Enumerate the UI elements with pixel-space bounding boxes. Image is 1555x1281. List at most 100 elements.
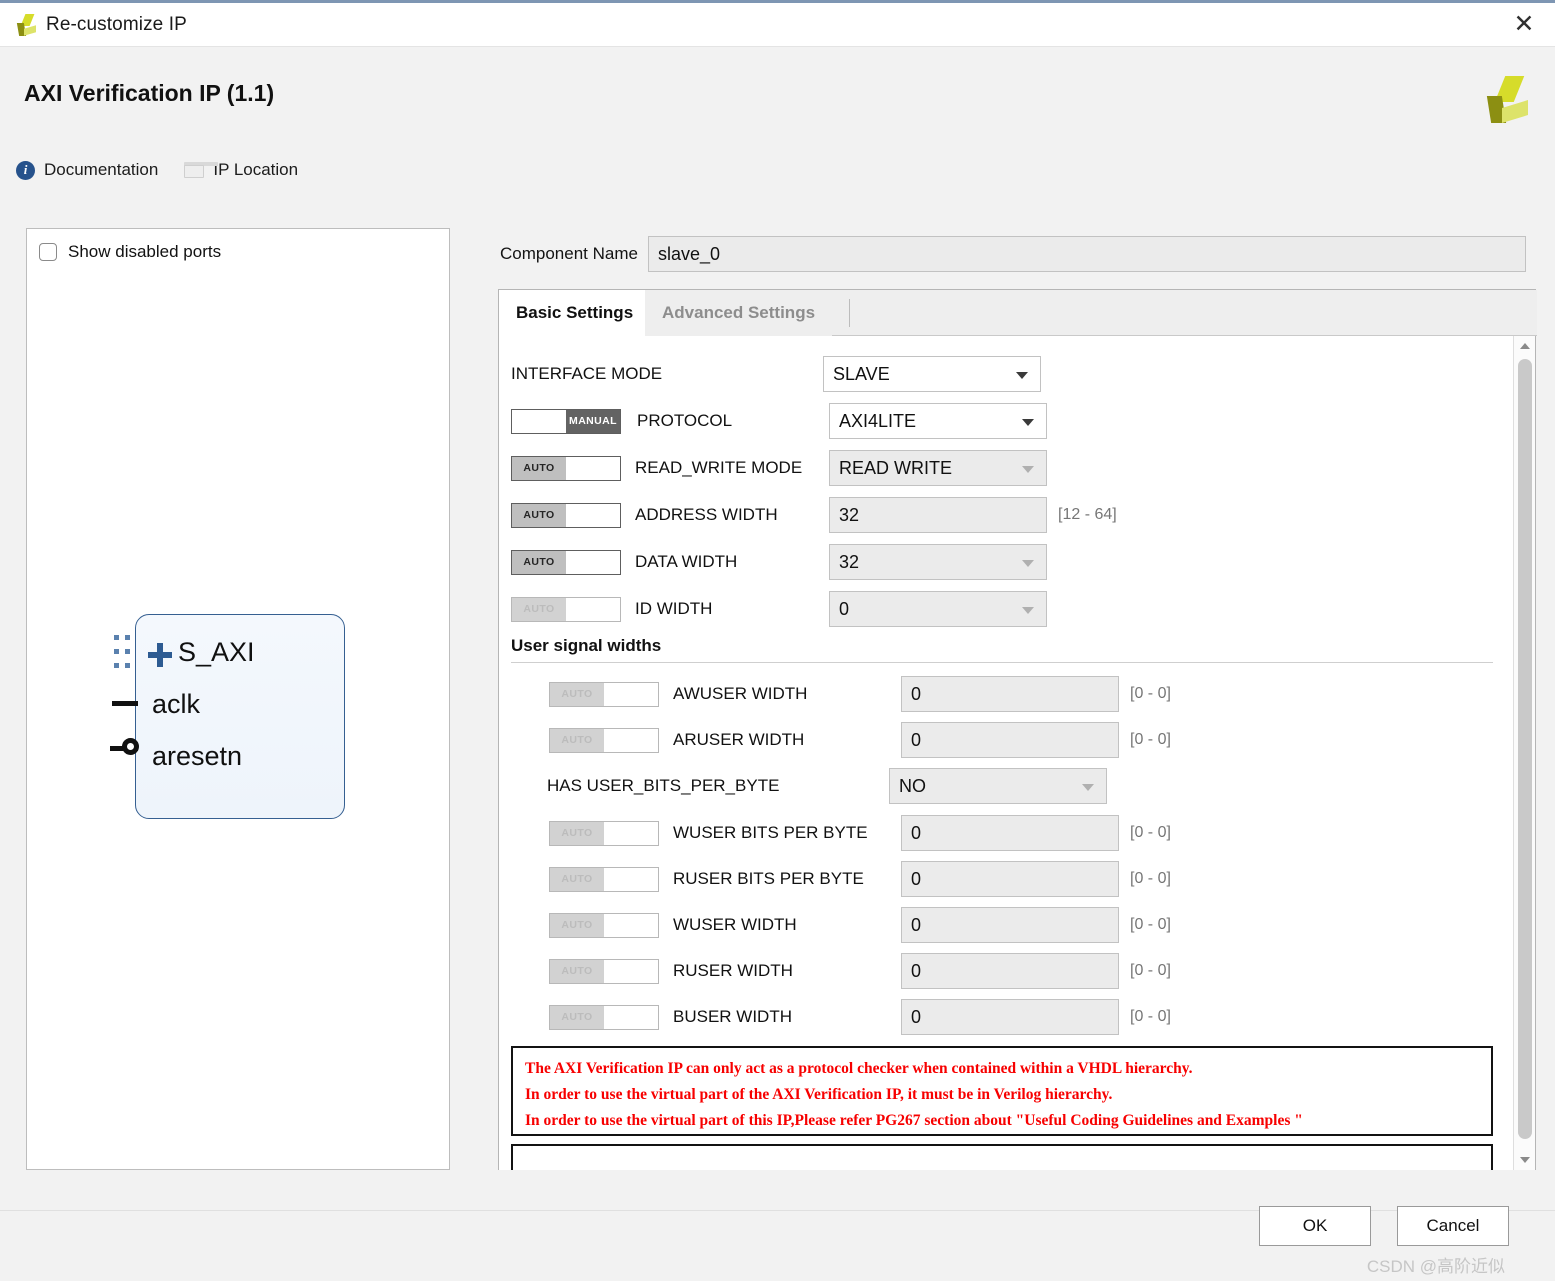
- row-id-width: AUTO ID WIDTH 0: [511, 591, 1047, 627]
- input-wuser-width[interactable]: 0: [901, 907, 1119, 943]
- select-data-width-value: 32: [839, 551, 860, 572]
- row-address-width: AUTO ADDRESS WIDTH 32 [12 - 64]: [511, 497, 1117, 533]
- settings-tab-panel: Basic Settings Advanced Settings INTERFA…: [498, 289, 1537, 1170]
- show-disabled-ports-checkbox[interactable]: [39, 243, 57, 261]
- select-id-width-value: 0: [839, 598, 850, 619]
- label-data-width: DATA WIDTH: [635, 552, 738, 571]
- component-name-label: Component Name: [500, 244, 638, 263]
- label-wuser-bits-per-byte: WUSER BITS PER BYTE: [673, 823, 868, 842]
- show-disabled-ports-row[interactable]: Show disabled ports: [39, 242, 221, 262]
- title-bar: Re-customize IP ✕: [0, 3, 1555, 47]
- label-read-write-mode: READ_WRITE MODE: [635, 458, 803, 477]
- close-icon[interactable]: ✕: [1507, 8, 1541, 42]
- cancel-button[interactable]: Cancel: [1397, 1206, 1509, 1246]
- row-data-width: AUTO DATA WIDTH 32: [511, 544, 1047, 580]
- documentation-label: Documentation: [44, 160, 159, 179]
- toggle-id-width-auto-label: AUTO: [512, 597, 566, 621]
- label-address-width: ADDRESS WIDTH: [635, 505, 778, 524]
- active-low-bubble-icon: [122, 738, 139, 755]
- select-protocol[interactable]: AXI4LITE: [829, 403, 1047, 439]
- select-has-user-bits-per-byte-value: NO: [899, 775, 926, 796]
- label-has-user-bits-per-byte: HAS USER_BITS_PER_BYTE: [547, 776, 780, 795]
- input-awuser-width[interactable]: 0: [901, 676, 1119, 712]
- warning-message-box: The AXI Verification IP can only act as …: [511, 1046, 1493, 1136]
- row-has-user-bits-per-byte: HAS USER_BITS_PER_BYTE NO: [547, 768, 1107, 804]
- scrollbar-thumb[interactable]: [1518, 359, 1532, 1139]
- tab-separator: [849, 299, 850, 327]
- label-wuser-width: WUSER WIDTH: [673, 915, 797, 934]
- toggle-data-width-auto[interactable]: AUTO: [511, 549, 621, 575]
- vertical-scrollbar[interactable]: [1513, 336, 1535, 1170]
- toggle-wuser-width-auto-label: AUTO: [550, 913, 604, 937]
- info-line-1: The API for the virtual part of this IP …: [525, 1168, 1215, 1170]
- toggle-id-width-auto: AUTO: [511, 596, 621, 622]
- select-read-write-mode-value: READ WRITE: [839, 457, 953, 478]
- ip-block-diagram: S_AXI aclk aresetn: [110, 614, 345, 819]
- settings-form-area: INTERFACE MODE SLAVE MANUAL PROTOCOL AXI…: [499, 336, 1515, 1170]
- label-aruser-width: ARUSER WIDTH: [673, 730, 805, 749]
- toggle-wuser-bits-per-byte-auto-label: AUTO: [550, 821, 604, 845]
- chevron-up-icon[interactable]: [1514, 336, 1535, 356]
- chevron-down-icon[interactable]: [1514, 1150, 1535, 1170]
- select-protocol-value: AXI4LITE: [839, 410, 917, 431]
- xilinx-logo-icon: [14, 13, 36, 36]
- row-interface-mode: INTERFACE MODE SLAVE: [511, 356, 1041, 392]
- port-label-s-axi: S_AXI: [178, 637, 255, 667]
- ip-symbol-panel: Show disabled ports S_AXI aclk aresetn: [26, 228, 450, 1170]
- input-aruser-width[interactable]: 0: [901, 722, 1119, 758]
- range-wuser-bits-per-byte: [0 - 0]: [1130, 824, 1171, 841]
- input-wuser-bits-per-byte[interactable]: 0: [901, 815, 1119, 851]
- range-buser-width: [0 - 0]: [1130, 1008, 1171, 1025]
- warning-line-3: In order to use the virtual part of this…: [525, 1112, 1303, 1129]
- select-interface-mode-value: SLAVE: [833, 363, 890, 384]
- ip-location-link[interactable]: IP Location: [184, 160, 298, 180]
- tab-strip: Basic Settings Advanced Settings: [499, 290, 1537, 336]
- toggle-buser-width-auto: AUTO: [549, 1004, 659, 1030]
- input-ruser-width[interactable]: 0: [901, 953, 1119, 989]
- toggle-ruser-bits-per-byte-auto: AUTO: [549, 866, 659, 892]
- folder-icon: [184, 162, 219, 178]
- show-disabled-ports-label: Show disabled ports: [68, 242, 222, 261]
- tab-basic-settings[interactable]: Basic Settings: [499, 290, 651, 336]
- row-ruser-bits-per-byte: AUTO RUSER BITS PER BYTE 0 [0 - 0]: [549, 861, 1171, 897]
- toggle-wuser-width-auto: AUTO: [549, 912, 659, 938]
- toggle-awuser-width-auto: AUTO: [549, 681, 659, 707]
- toggle-data-width-auto-label: AUTO: [512, 550, 566, 574]
- xilinx-brand-logo-icon: [1481, 76, 1528, 123]
- range-aruser-width: [0 - 0]: [1130, 731, 1171, 748]
- input-address-width[interactable]: 32: [829, 497, 1047, 533]
- select-has-user-bits-per-byte[interactable]: NO: [889, 768, 1107, 804]
- row-protocol: MANUAL PROTOCOL AXI4LITE: [511, 403, 1047, 439]
- select-interface-mode[interactable]: SLAVE: [823, 356, 1041, 392]
- row-wuser-bits-per-byte: AUTO WUSER BITS PER BYTE 0 [0 - 0]: [549, 815, 1171, 851]
- watermark: CSDN @高阶近似: [1366, 1257, 1505, 1276]
- toggle-aruser-width-auto: AUTO: [549, 727, 659, 753]
- toggle-read-write-mode-auto-label: AUTO: [512, 456, 566, 480]
- ip-location-label: IP Location: [213, 160, 299, 179]
- row-ruser-width: AUTO RUSER WIDTH 0 [0 - 0]: [549, 953, 1171, 989]
- plus-icon[interactable]: [148, 643, 172, 667]
- documentation-link[interactable]: i Documentation: [16, 160, 158, 180]
- select-data-width[interactable]: 32: [829, 544, 1047, 580]
- toggle-protocol-manual[interactable]: MANUAL: [511, 408, 621, 434]
- toggle-read-write-mode-auto[interactable]: AUTO: [511, 455, 621, 481]
- window-title: Re-customize IP: [46, 13, 187, 35]
- toggle-aruser-width-auto-label: AUTO: [550, 728, 604, 752]
- section-divider: [511, 662, 1493, 663]
- range-wuser-width: [0 - 0]: [1130, 916, 1171, 933]
- label-ruser-bits-per-byte: RUSER BITS PER BYTE: [673, 869, 864, 888]
- input-ruser-bits-per-byte[interactable]: 0: [901, 861, 1119, 897]
- select-id-width[interactable]: 0: [829, 591, 1047, 627]
- chevron-down-icon: [1016, 371, 1028, 379]
- info-message-box: The API for the virtual part of this IP …: [511, 1144, 1493, 1170]
- page-title: AXI Verification IP (1.1): [24, 80, 275, 106]
- chevron-down-icon: [1022, 465, 1034, 473]
- toggle-address-width-auto[interactable]: AUTO: [511, 502, 621, 528]
- input-buser-width[interactable]: 0: [901, 999, 1119, 1035]
- tab-advanced-settings[interactable]: Advanced Settings: [645, 290, 833, 336]
- ok-button[interactable]: OK: [1259, 1206, 1371, 1246]
- chevron-down-icon: [1082, 783, 1094, 791]
- range-address-width: [12 - 64]: [1058, 506, 1117, 523]
- component-name-input[interactable]: slave_0: [647, 236, 1526, 272]
- select-read-write-mode[interactable]: READ WRITE: [829, 450, 1047, 486]
